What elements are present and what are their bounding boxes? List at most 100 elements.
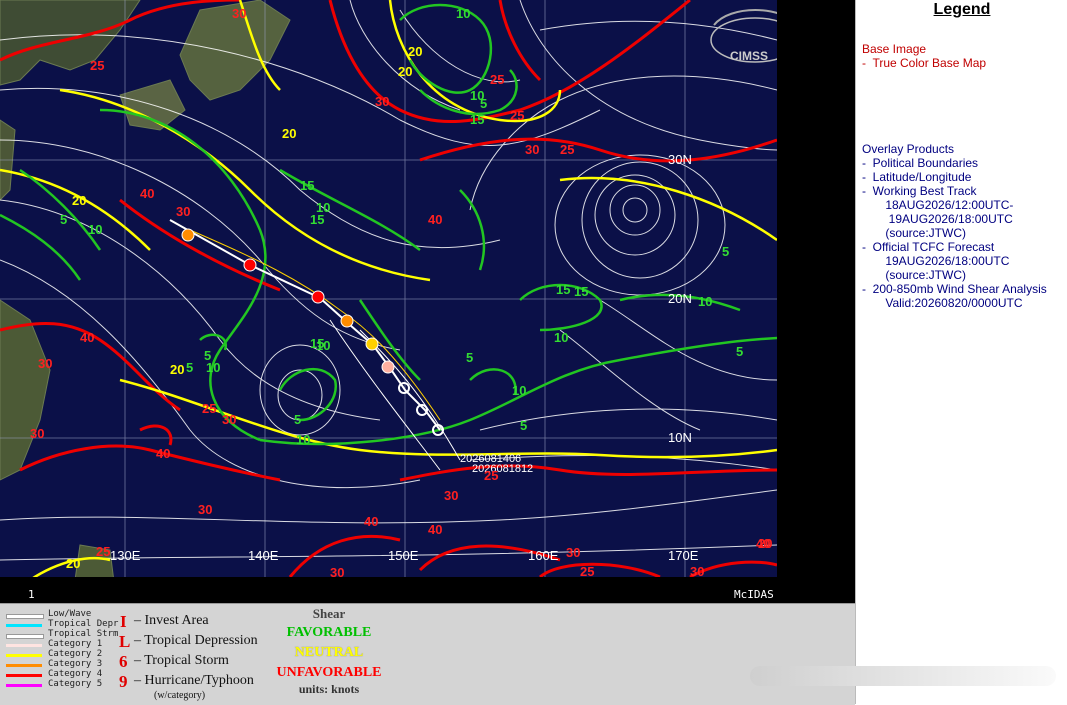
overlay-item: - Official TCFC Forecast <box>862 240 995 254</box>
overlay-header: Overlay Products <box>862 142 955 156</box>
contour-label: 15 <box>556 282 570 297</box>
contour-label: 5 <box>466 350 473 365</box>
tropical-storm-label: – Tropical Storm <box>134 653 229 668</box>
legend-title: Legend <box>933 1 991 18</box>
unfavorable-label: UNFAVORABLE <box>276 665 382 680</box>
contour-label: 25 <box>490 72 504 87</box>
contour-label: 20 <box>398 64 412 79</box>
favorable-label: FAVORABLE <box>286 625 372 640</box>
logo-text: CIMSS <box>730 49 768 63</box>
contour-label: 30 <box>232 6 246 21</box>
map-key-bar: Low/Wave Tropical Depr Tropical Strm Cat… <box>0 603 855 705</box>
bottom-gradient-bar <box>750 666 1056 686</box>
contour-label: 15 <box>574 284 588 299</box>
contour-label: 25 <box>580 564 594 579</box>
contour-label: 25 <box>510 108 524 123</box>
contour-label: 5 <box>722 244 729 259</box>
contour-label: 5 <box>294 412 301 427</box>
contour-label: 10 <box>512 383 526 398</box>
contour-label: 30 <box>690 564 704 579</box>
contour-label: 40 <box>364 514 378 529</box>
contour-label: 40 <box>428 522 442 537</box>
lat-label-10n: 10N <box>668 430 692 445</box>
overlay-item: Valid:20260820/0000UTC <box>862 296 1023 310</box>
overlay-item: - 200-850mb Wind Shear Analysis <box>862 282 1047 296</box>
contour-label: 30 <box>176 204 190 219</box>
key-label: Low/Wave <box>48 609 92 619</box>
tropical-storm-symbol: 6 <box>119 652 128 671</box>
map-side-strip <box>805 0 855 603</box>
contour-label: 10 <box>316 338 330 353</box>
contour-label: 40 <box>428 212 442 227</box>
contour-label: 20 <box>66 556 80 571</box>
key-label: Tropical Depr <box>48 619 119 629</box>
key-line-category-4 <box>6 674 42 677</box>
contour-label: 15 <box>300 178 314 193</box>
contour-label: 20 <box>72 193 86 208</box>
contour-label: 30 <box>30 426 44 441</box>
lat-label-30n: 30N <box>668 152 692 167</box>
lon-label-150e: 150E <box>388 548 419 563</box>
lon-label-140e: 140E <box>248 548 279 563</box>
base-image-item: - True Color Base Map <box>862 56 987 70</box>
contour-label: 25 <box>560 142 574 157</box>
contour-label: 5 <box>186 360 193 375</box>
overlay-item: 19AUG2026/18:00UTC <box>862 212 1013 226</box>
overlay-item: 19AUG2026/18:00UTC <box>862 254 1010 268</box>
contour-label: 30 <box>222 412 236 427</box>
contour-label: 5 <box>60 212 67 227</box>
invest-area-symbol: I <box>120 612 127 631</box>
contour-label: 5 <box>520 418 527 433</box>
overlay-item: (source:JTWC) <box>862 226 967 240</box>
contour-label: 30 <box>525 142 539 157</box>
contour-label: 10 <box>88 222 102 237</box>
tropical-depression-symbol: L <box>119 632 131 651</box>
key-line-category-1 <box>6 644 42 647</box>
contour-label: 10 <box>456 6 470 21</box>
units-label: units: knots <box>298 682 360 696</box>
contour-label: 20 <box>408 44 422 59</box>
contour-label: 40 <box>156 446 170 461</box>
hurricane-typhoon-symbol: 9 <box>119 672 128 691</box>
shear-title: Shear <box>312 606 346 621</box>
contour-label: 5 <box>204 348 211 363</box>
hurricane-typhoon-label: – Hurricane/Typhoon <box>134 673 254 688</box>
contour-label: 25 <box>90 58 104 73</box>
tropical-depression-label: – Tropical Depression <box>134 633 258 648</box>
contour-label: 15 <box>470 112 484 127</box>
lon-label-170e: 170E <box>668 548 699 563</box>
key-line-category-2 <box>6 654 42 657</box>
contour-label: 30 <box>38 356 52 371</box>
key-line-category-3 <box>6 664 42 667</box>
key-line-tropical-depr <box>6 624 42 627</box>
contour-label: 5 <box>480 96 487 111</box>
contour-label: 25 <box>96 544 110 559</box>
overlay-item: - Latitude/Longitude <box>862 170 972 184</box>
category-note: (w/category) <box>154 690 206 701</box>
contour-label: 20 <box>282 126 296 141</box>
contour-label: 40 <box>756 536 770 551</box>
contour-label: 25 <box>202 401 216 416</box>
track-annotation-2: 2026081812 <box>472 463 533 475</box>
overlay-item: 18AUG2026/12:00UTC- <box>862 198 1014 212</box>
legend-panel: Legend Base Image - True Color Base Map … <box>855 0 1067 704</box>
contour-label: 30 <box>375 94 389 109</box>
key-label: Tropical Strm <box>48 629 119 639</box>
key-label: Category 2 <box>48 649 103 659</box>
contour-label: 10 <box>554 330 568 345</box>
contour-label: 10 <box>316 200 330 215</box>
contour-label: 25 <box>484 468 498 483</box>
invest-area-label: – Invest Area <box>134 613 209 628</box>
neutral-label: NEUTRAL <box>294 645 364 660</box>
contour-label: 5 <box>736 344 743 359</box>
key-line-tropical-strm <box>6 634 44 639</box>
lon-label-130e: 130E <box>110 548 141 563</box>
contour-label: 10 <box>296 432 310 447</box>
lon-label-160e: 160E <box>528 548 559 563</box>
lat-label-20n: 20N <box>668 291 692 306</box>
base-image-header: Base Image <box>862 42 927 56</box>
contour-label: 40 <box>80 330 94 345</box>
contour-label: 10 <box>698 294 712 309</box>
key-line-category-5 <box>6 684 42 687</box>
contour-label: 40 <box>140 186 154 201</box>
